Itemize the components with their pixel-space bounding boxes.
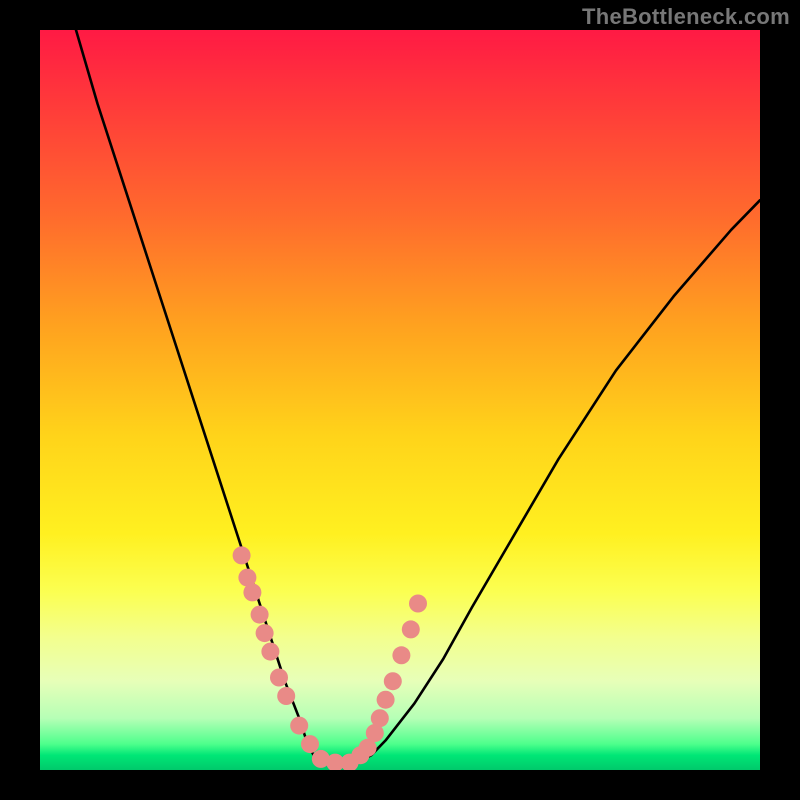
scatter-point [243, 583, 261, 601]
scatter-point [392, 646, 410, 664]
chart-frame: TheBottleneck.com [0, 0, 800, 800]
scatter-point [384, 672, 402, 690]
scatter-point [402, 620, 420, 638]
scatter-point [409, 595, 427, 613]
scatter-point [270, 669, 288, 687]
curve-svg [40, 30, 760, 770]
scatter-point [233, 546, 251, 564]
scatter-point [290, 717, 308, 735]
scatter-point [261, 643, 279, 661]
scatter-point [251, 606, 269, 624]
plot-area [40, 30, 760, 770]
scatter-point [371, 709, 389, 727]
bottleneck-curve [76, 30, 760, 763]
scatter-point [277, 687, 295, 705]
scatter-point [256, 624, 274, 642]
scatter-point [377, 691, 395, 709]
watermark-text: TheBottleneck.com [582, 4, 790, 30]
scatter-markers [233, 546, 427, 770]
scatter-point [301, 735, 319, 753]
